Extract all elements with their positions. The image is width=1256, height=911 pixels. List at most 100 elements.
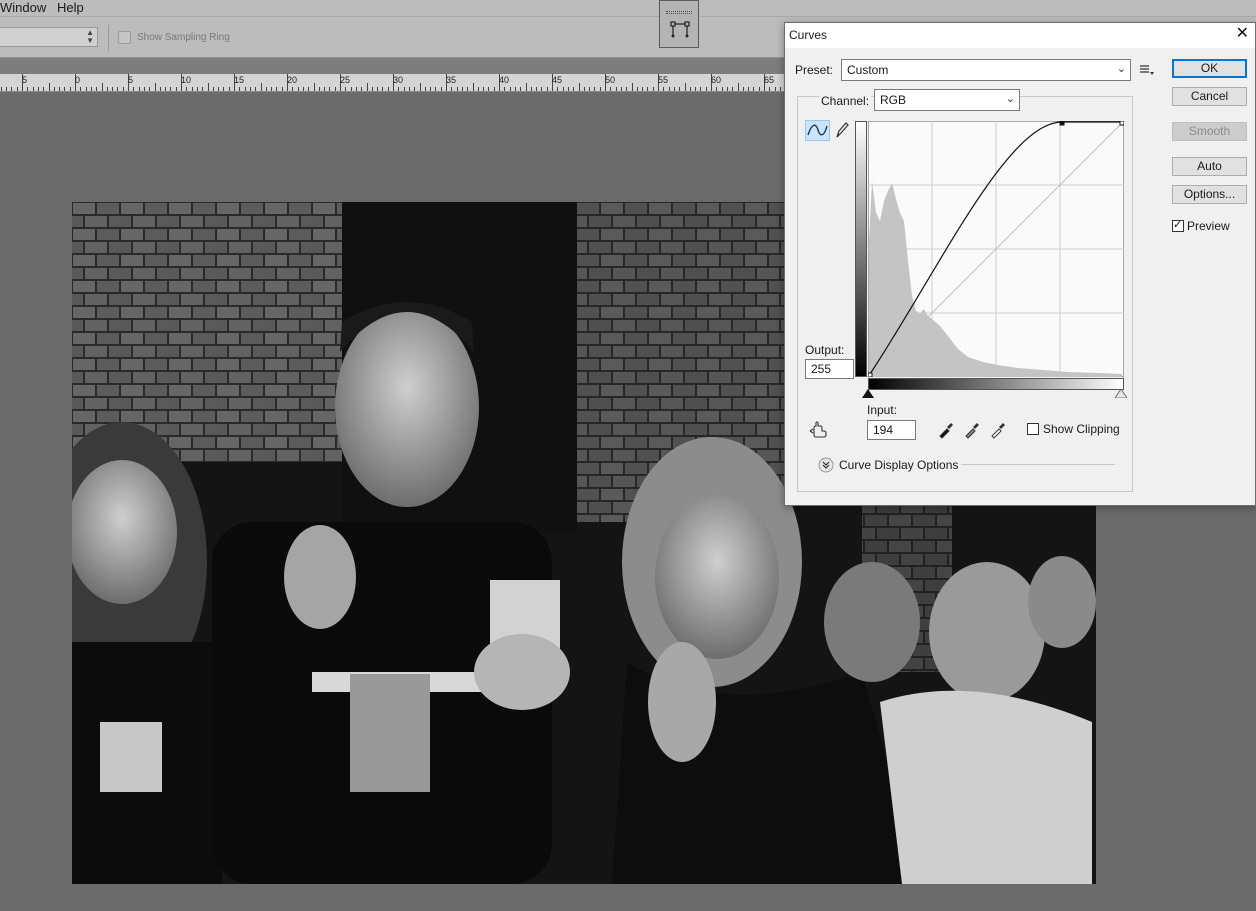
floating-tool-panel[interactable] bbox=[659, 0, 699, 48]
preview-checkbox[interactable] bbox=[1172, 218, 1184, 232]
ruler-tick bbox=[191, 87, 193, 91]
curves-dialog: Curves ✕ Preset: Custom ⌄ Channel: RGB ⌄ bbox=[784, 22, 1256, 506]
preset-value: Custom bbox=[847, 63, 889, 77]
curve-point-tool[interactable] bbox=[805, 120, 830, 141]
gray-eyedropper-icon[interactable] bbox=[963, 421, 981, 439]
ruler-tick bbox=[398, 87, 400, 91]
ruler-tick bbox=[705, 87, 707, 91]
path-selection-tool-icon[interactable] bbox=[669, 19, 691, 41]
ruler-label: 20 bbox=[287, 75, 298, 85]
ruler-tick bbox=[424, 87, 426, 91]
white-eyedropper-icon[interactable] bbox=[989, 421, 1007, 439]
dialog-title: Curves bbox=[789, 28, 828, 42]
ruler-tick bbox=[695, 87, 697, 91]
smooth-button[interactable]: Smooth bbox=[1172, 122, 1247, 141]
ruler-tick bbox=[430, 87, 432, 91]
ruler-tick bbox=[573, 87, 575, 91]
white-point-slider[interactable] bbox=[1115, 389, 1127, 398]
ruler-tick bbox=[636, 87, 638, 91]
preset-options-icon[interactable] bbox=[1139, 63, 1155, 77]
ruler-tick bbox=[536, 87, 538, 91]
ruler-tick bbox=[414, 87, 416, 91]
ruler-tick bbox=[202, 87, 204, 91]
input-label: Input: bbox=[867, 403, 898, 417]
menu-help[interactable]: Help bbox=[57, 0, 84, 15]
ruler-tick bbox=[594, 87, 596, 91]
ruler-tick bbox=[403, 87, 405, 91]
divider bbox=[961, 464, 1115, 465]
show-sampling-ring-checkbox[interactable] bbox=[118, 31, 131, 44]
ruler-tick bbox=[249, 87, 251, 91]
ruler-tick bbox=[6, 87, 8, 91]
stepper-arrows-icon: ▲ ▼ bbox=[86, 28, 94, 45]
curve-control-point[interactable] bbox=[868, 372, 873, 377]
ruler-tick bbox=[196, 87, 198, 91]
ruler-tick bbox=[488, 87, 490, 91]
ruler-tick bbox=[228, 87, 230, 91]
horizontal-ruler: 5 0 5 10 15 20 25 30 35 40 45 50 55 60 65 bbox=[0, 74, 785, 92]
menu-window[interactable]: Window bbox=[0, 0, 46, 15]
pencil-icon[interactable] bbox=[833, 120, 851, 140]
ruler-tick bbox=[483, 87, 485, 91]
ok-button[interactable]: OK bbox=[1172, 59, 1247, 78]
curve-control-point[interactable] bbox=[1059, 121, 1065, 126]
ruler-tick bbox=[456, 87, 458, 91]
targeted-adjustment-hand-icon[interactable] bbox=[809, 420, 829, 440]
output-field[interactable]: 255 bbox=[805, 359, 854, 379]
ruler-tick bbox=[467, 87, 469, 91]
ruler-tick bbox=[504, 87, 506, 91]
ruler-tick bbox=[85, 87, 87, 91]
channel-select[interactable]: RGB ⌄ bbox=[874, 89, 1020, 111]
ruler-label: 10 bbox=[181, 75, 192, 85]
ruler-tick bbox=[11, 87, 13, 91]
ruler-tick bbox=[329, 87, 331, 91]
ruler-tick bbox=[324, 87, 326, 91]
black-eyedropper-icon[interactable] bbox=[937, 421, 955, 439]
curve-control-point[interactable] bbox=[1119, 121, 1124, 126]
ruler-tick bbox=[37, 87, 39, 91]
expand-chevron-icon[interactable] bbox=[818, 457, 834, 473]
ruler-tick bbox=[419, 83, 421, 91]
chevron-down-icon: ⌄ bbox=[1005, 93, 1015, 105]
ruler-tick bbox=[223, 87, 225, 91]
ruler-label: 55 bbox=[658, 75, 669, 85]
ruler-tick bbox=[334, 87, 336, 91]
ruler-tick bbox=[207, 83, 209, 91]
curve-display-options-label[interactable]: Curve Display Options bbox=[839, 458, 958, 472]
input-field[interactable]: 194 bbox=[867, 420, 916, 440]
ruler-tick bbox=[170, 87, 172, 91]
ruler-tick bbox=[541, 87, 543, 91]
ruler-tick bbox=[53, 87, 55, 91]
ruler-tick bbox=[451, 87, 453, 91]
ruler-tick bbox=[514, 87, 516, 91]
ruler-tick bbox=[48, 83, 50, 91]
cancel-button[interactable]: Cancel bbox=[1172, 87, 1247, 106]
dialog-title-bar[interactable]: Curves ✕ bbox=[785, 23, 1255, 48]
ruler-tick bbox=[737, 83, 739, 91]
ruler-label: 50 bbox=[605, 75, 616, 85]
black-point-slider[interactable] bbox=[862, 389, 874, 398]
ruler-tick bbox=[472, 83, 474, 91]
ruler-tick bbox=[318, 87, 320, 91]
close-icon[interactable]: ✕ bbox=[1236, 25, 1249, 43]
ruler-tick bbox=[377, 87, 379, 91]
curves-graph[interactable] bbox=[868, 121, 1124, 377]
ruler-label: 45 bbox=[552, 75, 563, 85]
sample-size-select[interactable]: ▲ ▼ bbox=[0, 27, 98, 47]
ruler-tick bbox=[371, 87, 373, 91]
ruler-tick bbox=[509, 87, 511, 91]
ruler-tick bbox=[779, 87, 781, 91]
curve-wave-icon bbox=[807, 124, 828, 136]
ruler-tick bbox=[276, 87, 278, 91]
ruler-tick bbox=[721, 87, 723, 91]
show-clipping-checkbox[interactable] bbox=[1027, 423, 1039, 435]
ruler-tick bbox=[265, 87, 267, 91]
ruler-tick bbox=[620, 87, 622, 91]
auto-button[interactable]: Auto bbox=[1172, 157, 1247, 176]
panel-grip-icon[interactable] bbox=[666, 11, 692, 14]
ruler-tick bbox=[212, 87, 214, 91]
options-button[interactable]: Options... bbox=[1172, 185, 1247, 204]
preset-select[interactable]: Custom ⌄ bbox=[841, 59, 1131, 81]
ruler-label: 40 bbox=[499, 75, 510, 85]
ruler-tick bbox=[16, 87, 18, 91]
